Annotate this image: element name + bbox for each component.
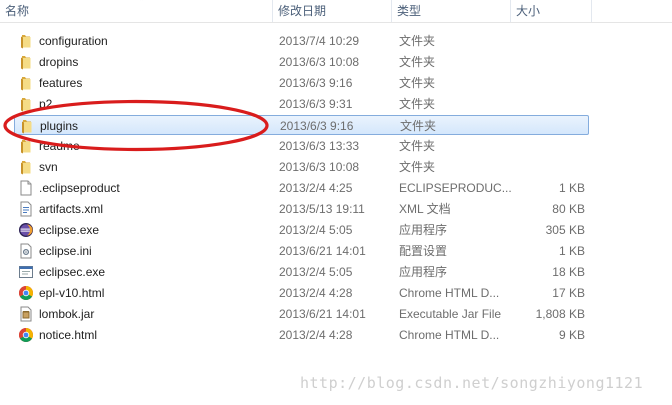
- file-type: 文件夹: [400, 119, 437, 133]
- file-date-modified: 2013/2/4 4:28: [279, 286, 353, 300]
- exe-file-icon: [18, 264, 34, 280]
- file-type: Chrome HTML D...: [399, 286, 500, 300]
- file-date-modified: 2013/6/3 13:33: [279, 139, 360, 153]
- file-date-modified: 2013/6/3 9:31: [279, 97, 353, 111]
- file-row[interactable]: eclipse.ini 2013/6/21 14:01 配置设置 1 KB: [14, 241, 589, 261]
- file-type: 文件夹: [399, 76, 436, 90]
- file-name: p2: [39, 97, 53, 111]
- eclipse-icon: [18, 222, 34, 238]
- file-date-modified: 2013/6/3 9:16: [280, 119, 354, 133]
- file-type: 文件夹: [399, 139, 436, 153]
- sort-ascending-icon: ⌃: [138, 0, 145, 6]
- file-date-modified: 2013/2/4 4:28: [279, 328, 353, 342]
- file-type: Executable Jar File: [399, 307, 502, 321]
- column-header-type[interactable]: 类型: [392, 0, 510, 22]
- file-row[interactable]: configuration 2013/7/4 10:29 文件夹: [14, 31, 589, 51]
- file-row[interactable]: epl-v10.html 2013/2/4 4:28 Chrome HTML D..…: [14, 283, 589, 303]
- file-size: 305 KB: [545, 223, 585, 237]
- folder-icon: [18, 138, 34, 154]
- file-row[interactable]: dropins 2013/6/3 10:08 文件夹: [14, 52, 589, 72]
- file-row[interactable]: readme 2013/6/3 13:33 文件夹: [14, 136, 589, 156]
- file-name: dropins: [39, 55, 79, 69]
- file-name: configuration: [39, 34, 108, 48]
- column-header-name-label: 名称: [5, 4, 30, 18]
- file-date-modified: 2013/5/13 19:11: [279, 202, 365, 216]
- file-name: .eclipseproduct: [39, 181, 120, 195]
- file-name: artifacts.xml: [39, 202, 104, 216]
- column-divider[interactable]: [591, 0, 592, 22]
- file-row[interactable]: .eclipseproduct 2013/2/4 4:25 ECLIPSEPRODU…: [14, 178, 589, 198]
- file-date-modified: 2013/2/4 4:25: [279, 181, 353, 195]
- column-header-date[interactable]: 修改日期: [273, 0, 391, 22]
- jar-file-icon: [18, 306, 34, 322]
- file-size: 17 KB: [552, 286, 585, 300]
- file-date-modified: 2013/7/4 10:29: [279, 34, 360, 48]
- file-name: epl-v10.html: [39, 286, 105, 300]
- file-size: 1 KB: [558, 181, 585, 195]
- folder-icon: [19, 118, 35, 134]
- file-name: readme: [39, 139, 80, 153]
- folder-icon: [18, 33, 34, 49]
- file-row[interactable]: features 2013/6/3 9:16 文件夹: [14, 73, 589, 93]
- file-date-modified: 2013/6/3 9:16: [279, 76, 353, 90]
- file-row[interactable]: plugins 2013/6/3 9:16 文件夹: [14, 115, 589, 135]
- file-row[interactable]: eclipse.exe 2013/2/4 5:05 应用程序 305 KB: [14, 220, 589, 240]
- blank-file-icon: [18, 180, 34, 196]
- file-size: 1 KB: [558, 244, 585, 258]
- file-type: XML 文档: [399, 202, 451, 216]
- file-size: 80 KB: [552, 202, 585, 216]
- column-header-type-label: 类型: [397, 4, 422, 18]
- file-type: 文件夹: [399, 34, 436, 48]
- file-size: 18 KB: [552, 265, 585, 279]
- file-name: features: [39, 76, 83, 90]
- file-type: 文件夹: [399, 97, 436, 111]
- file-name: eclipse.exe: [39, 223, 100, 237]
- xml-file-icon: [18, 201, 34, 217]
- chrome-icon: [18, 285, 34, 301]
- file-name: notice.html: [39, 328, 98, 342]
- file-row[interactable]: eclipsec.exe 2013/2/4 5:05 应用程序 18 KB: [14, 262, 589, 282]
- file-type: 应用程序: [399, 223, 448, 237]
- file-type: 文件夹: [399, 160, 436, 174]
- file-size: 9 KB: [558, 328, 585, 342]
- column-header-size-label: 大小: [516, 4, 541, 18]
- column-header-bar: 名称 ⌃ 修改日期 类型 大小: [0, 0, 672, 23]
- file-row[interactable]: p2 2013/6/3 9:31 文件夹: [14, 94, 589, 114]
- file-type: Chrome HTML D...: [399, 328, 500, 342]
- watermark-text: http://blog.csdn.net/songzhiyong1121: [300, 374, 644, 392]
- file-row[interactable]: svn 2013/6/3 10:08 文件夹: [14, 157, 589, 177]
- file-date-modified: 2013/6/21 14:01: [279, 307, 366, 321]
- file-date-modified: 2013/2/4 5:05: [279, 223, 353, 237]
- folder-icon: [18, 54, 34, 70]
- file-date-modified: 2013/2/4 5:05: [279, 265, 353, 279]
- file-date-modified: 2013/6/3 10:08: [279, 160, 360, 174]
- file-row[interactable]: lombok.jar 2013/6/21 14:01 Executable Jar …: [14, 304, 589, 324]
- file-row[interactable]: artifacts.xml 2013/5/13 19:11 XML 文档 80 KB: [14, 199, 589, 219]
- chrome-icon: [18, 327, 34, 343]
- folder-icon: [18, 75, 34, 91]
- column-header-size[interactable]: 大小: [511, 0, 591, 22]
- file-name: svn: [39, 160, 58, 174]
- folder-icon: [18, 96, 34, 112]
- file-row[interactable]: notice.html 2013/2/4 4:28 Chrome HTML D...…: [14, 325, 589, 345]
- file-type: 应用程序: [399, 265, 448, 279]
- file-date-modified: 2013/6/3 10:08: [279, 55, 360, 69]
- file-type: 文件夹: [399, 55, 436, 69]
- file-type: 配置设置: [399, 244, 448, 258]
- file-name: plugins: [40, 119, 79, 133]
- column-header-date-label: 修改日期: [278, 4, 327, 18]
- file-name: lombok.jar: [39, 307, 95, 321]
- file-name: eclipse.ini: [39, 244, 92, 258]
- file-name: eclipsec.exe: [39, 265, 106, 279]
- file-date-modified: 2013/6/21 14:01: [279, 244, 366, 258]
- file-type: ECLIPSEPRODUC...: [399, 181, 512, 195]
- column-header-name[interactable]: 名称: [0, 0, 272, 22]
- folder-icon: [18, 159, 34, 175]
- file-size: 1,808 KB: [535, 307, 585, 321]
- ini-file-icon: [18, 243, 34, 259]
